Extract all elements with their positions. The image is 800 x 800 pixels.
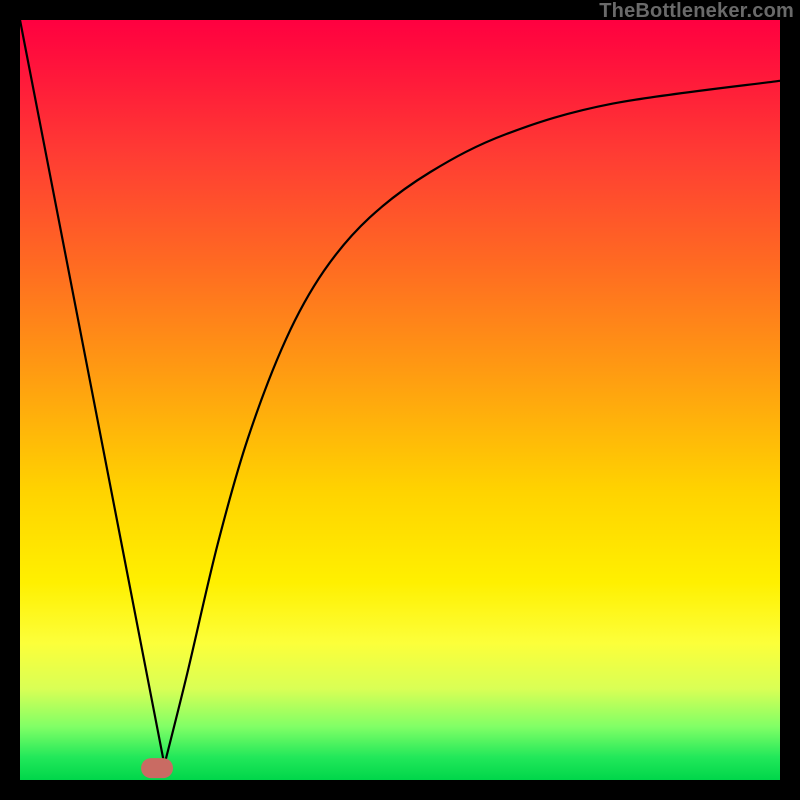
chart-frame: TheBottleneker.com [0, 0, 800, 800]
curve-layer [20, 20, 780, 780]
curve-path [20, 20, 780, 765]
watermark-text: TheBottleneker.com [599, 0, 794, 23]
minimum-marker [141, 758, 173, 778]
